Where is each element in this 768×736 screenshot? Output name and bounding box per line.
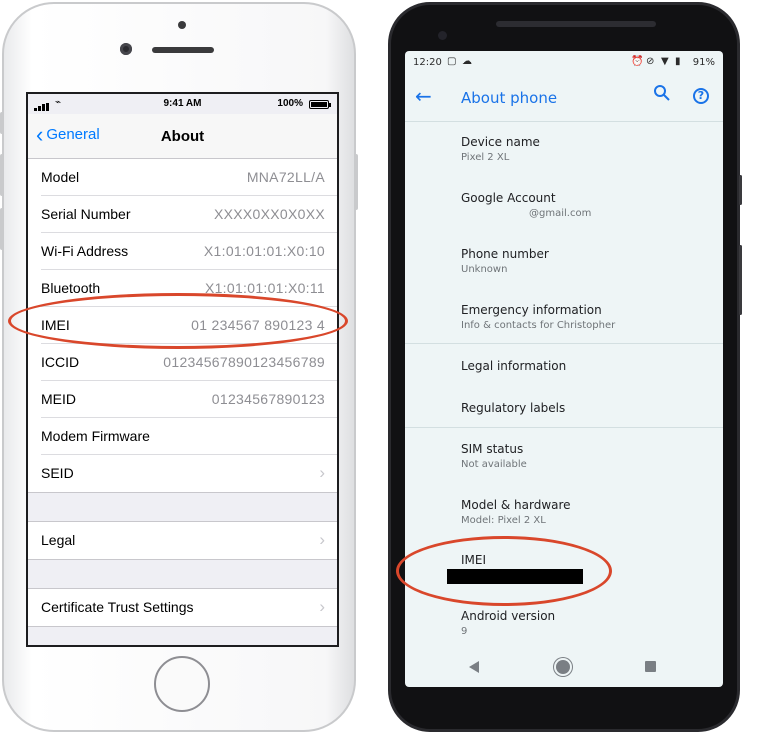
item-sim-status[interactable]: SIM status Not available (461, 442, 527, 470)
power-button (354, 154, 358, 210)
row-value: MNA72LL/A (246, 169, 325, 185)
nav-back-icon[interactable] (469, 661, 479, 673)
item-android-version[interactable]: Android version 9 (461, 609, 555, 637)
cloud-notification-icon: ☁ (462, 56, 472, 67)
item-title: SIM status (461, 442, 524, 456)
row-serial-number[interactable]: Serial Number XXXX0XX0X0XX (28, 196, 337, 233)
item-phone-number[interactable]: Phone number Unknown (461, 247, 549, 275)
row-wifi-address[interactable]: Wi-Fi Address X1:01:01:01:X0:10 (28, 233, 337, 270)
item-legal-information[interactable]: Legal information (461, 359, 566, 373)
item-title: Model & hardware (461, 498, 571, 512)
item-google-account[interactable]: Google Account @gmail.com (461, 191, 591, 219)
row-label: Modem Firmware (41, 428, 150, 444)
item-title: Phone number (461, 247, 549, 261)
power-button (739, 175, 742, 205)
alarm-icon: ⏰ (631, 56, 644, 67)
speaker-grill (496, 21, 656, 27)
item-summary: Model: Pixel 2 XL (461, 515, 546, 526)
back-arrow-icon[interactable]: ← (415, 84, 432, 108)
status-time: 12:20 (413, 57, 442, 68)
disclosure-chevron-icon: › (319, 463, 325, 482)
android-status-bar: 12:20 ▢ ☁ ⏰ ⊘ ▼ ▮ 91% (405, 51, 723, 75)
android-app-bar: ← About phone ? (405, 75, 723, 122)
row-value: 01234567890123456789 (163, 354, 325, 370)
imei-highlight-ellipse (8, 293, 348, 349)
item-summary: Unknown (461, 264, 508, 275)
wifi-icon: ▼ (661, 56, 669, 67)
volume-down-button (0, 208, 4, 250)
certificate-group: Certificate Trust Settings › (28, 588, 337, 627)
row-label: MEID (41, 391, 76, 407)
row-label: Legal (41, 532, 76, 548)
volume-up-button (0, 154, 4, 196)
front-camera (120, 43, 132, 55)
row-modem-firmware[interactable]: Modem Firmware (28, 418, 337, 455)
item-regulatory-labels[interactable]: Regulatory labels (461, 401, 565, 415)
item-title: Android version (461, 609, 556, 623)
row-label: SEID (41, 465, 74, 481)
battery-percentage: 91% (692, 57, 715, 68)
divider (405, 427, 723, 428)
nav-recents-icon[interactable] (645, 661, 656, 672)
search-icon[interactable] (653, 84, 671, 106)
row-label: Wi-Fi Address (41, 243, 129, 259)
ios-screen: ⌁ 9:41 AM 100% ‹ General About Model MNA7… (26, 92, 339, 647)
row-label: Certificate Trust Settings (41, 599, 194, 615)
home-button[interactable] (154, 656, 210, 712)
item-summary: Info & contacts for Christopher (461, 320, 616, 331)
proximity-sensor (178, 21, 186, 29)
volume-rocker (739, 245, 742, 315)
page-title: About (160, 128, 205, 145)
disclosure-chevron-icon: › (319, 597, 325, 616)
ios-navigation-bar: ‹ General About (28, 114, 337, 159)
item-title: Google Account (461, 191, 556, 205)
battery-percentage: 100% (277, 98, 303, 109)
page-title: About phone (461, 89, 558, 107)
row-value: XXXX0XX0X0XX (214, 206, 325, 222)
android-device: 12:20 ▢ ☁ ⏰ ⊘ ▼ ▮ 91% ← About phone ? De… (388, 2, 742, 732)
row-iccid[interactable]: ICCID 01234567890123456789 (28, 344, 337, 381)
legal-group: Legal › (28, 521, 337, 560)
row-label: Model (41, 169, 80, 185)
android-navigation-bar (405, 649, 723, 687)
disclosure-chevron-icon: › (319, 530, 325, 549)
instagram-notification-icon: ▢ (447, 56, 457, 67)
item-model-hardware[interactable]: Model & hardware Model: Pixel 2 XL (461, 498, 571, 526)
row-model[interactable]: Model MNA72LL/A (28, 159, 337, 196)
row-label: Bluetooth (41, 280, 101, 296)
nav-home-icon[interactable] (556, 660, 570, 674)
row-value: 01234567890123 (211, 391, 325, 407)
item-device-name[interactable]: Device name Pixel 2 XL (461, 135, 540, 163)
battery-icon (309, 100, 331, 109)
item-title: Emergency information (461, 303, 602, 317)
ios-status-bar: ⌁ 9:41 AM 100% (28, 94, 337, 114)
row-seid[interactable]: SEID › (28, 455, 337, 492)
imei-highlight-ellipse (396, 536, 612, 606)
row-label: Serial Number (41, 206, 131, 222)
battery-icon: ▮ (675, 56, 681, 67)
item-summary: Not available (461, 459, 527, 470)
front-camera (438, 31, 447, 40)
item-emergency-information[interactable]: Emergency information Info & contacts fo… (461, 303, 615, 331)
earpiece-speaker (152, 47, 214, 53)
row-meid[interactable]: MEID 01234567890123 (28, 381, 337, 418)
help-icon[interactable]: ? (693, 88, 709, 104)
mute-switch (0, 112, 4, 134)
item-title: Regulatory labels (461, 401, 566, 415)
item-summary: Pixel 2 XL (461, 152, 510, 163)
row-certificate-trust-settings[interactable]: Certificate Trust Settings › (28, 589, 337, 626)
item-title: Legal information (461, 359, 567, 373)
item-summary: 9 (461, 626, 468, 637)
row-label: ICCID (41, 354, 80, 370)
row-legal[interactable]: Legal › (28, 522, 337, 559)
item-summary: @gmail.com (529, 208, 592, 219)
row-value: X1:01:01:01:X0:10 (203, 243, 325, 259)
item-title: Device name (461, 135, 540, 149)
iphone-device: ⌁ 9:41 AM 100% ‹ General About Model MNA7… (0, 2, 358, 732)
divider (405, 343, 723, 344)
mute-icon: ⊘ (646, 56, 655, 67)
